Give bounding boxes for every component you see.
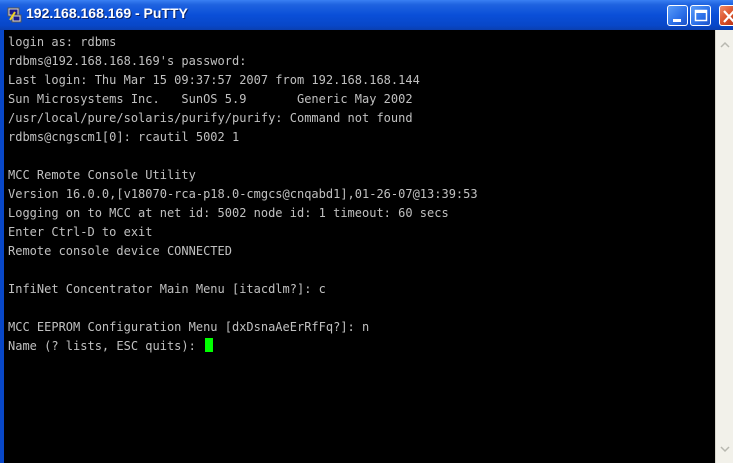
window-title: 192.168.168.169 - PuTTY	[26, 5, 188, 21]
text-cursor	[205, 338, 214, 352]
terminal-line: Version 16.0.0,[v18070-rca-p18.0-cmgcs@c…	[8, 187, 478, 201]
vertical-scrollbar[interactable]	[715, 30, 733, 463]
close-button[interactable]	[719, 5, 733, 26]
terminal-line: rdbms@cngscm1[0]: rcautil 5002 1	[8, 130, 240, 144]
terminal-line: Enter Ctrl-D to exit	[8, 225, 153, 239]
minimize-button[interactable]	[667, 5, 688, 26]
terminal-line: InfiNet Concentrator Main Menu [itacdlm?…	[8, 282, 326, 296]
terminal-line: rdbms@192.168.168.169's password:	[8, 54, 247, 68]
title-bar[interactable]: 192.168.168.169 - PuTTY	[0, 0, 733, 30]
terminal-area[interactable]: login as: rdbms rdbms@192.168.168.169's …	[4, 30, 715, 463]
maximize-button[interactable]	[690, 5, 711, 26]
terminal-line: MCC Remote Console Utility	[8, 168, 196, 182]
minimize-icon	[673, 19, 681, 22]
scroll-down-arrow-icon[interactable]	[718, 442, 732, 456]
prompt-text: Name (? lists, ESC quits):	[8, 339, 204, 353]
maximize-icon	[694, 9, 708, 22]
terminal-line: login as: rdbms	[8, 35, 117, 49]
terminal-line: /usr/local/pure/solaris/purify/purify: C…	[8, 111, 413, 125]
close-icon	[723, 10, 733, 23]
terminal-line: Sun Microsystems Inc. SunOS 5.9 Generic …	[8, 92, 413, 106]
terminal-line: MCC EEPROM Configuration Menu [dxDsnaAeE…	[8, 320, 370, 334]
terminal-line: Remote console device CONNECTED	[8, 244, 232, 258]
putty-window: 192.168.168.169 - PuTTY login as: rdbms …	[0, 0, 733, 463]
terminal-line: Logging on to MCC at net id: 5002 node i…	[8, 206, 449, 220]
terminal-line: Last login: Thu Mar 15 09:37:57 2007 fro…	[8, 73, 420, 87]
putty-icon[interactable]	[6, 6, 24, 24]
scroll-up-arrow-icon[interactable]	[718, 38, 732, 52]
prompt-line[interactable]: Name (? lists, ESC quits):	[8, 337, 214, 356]
